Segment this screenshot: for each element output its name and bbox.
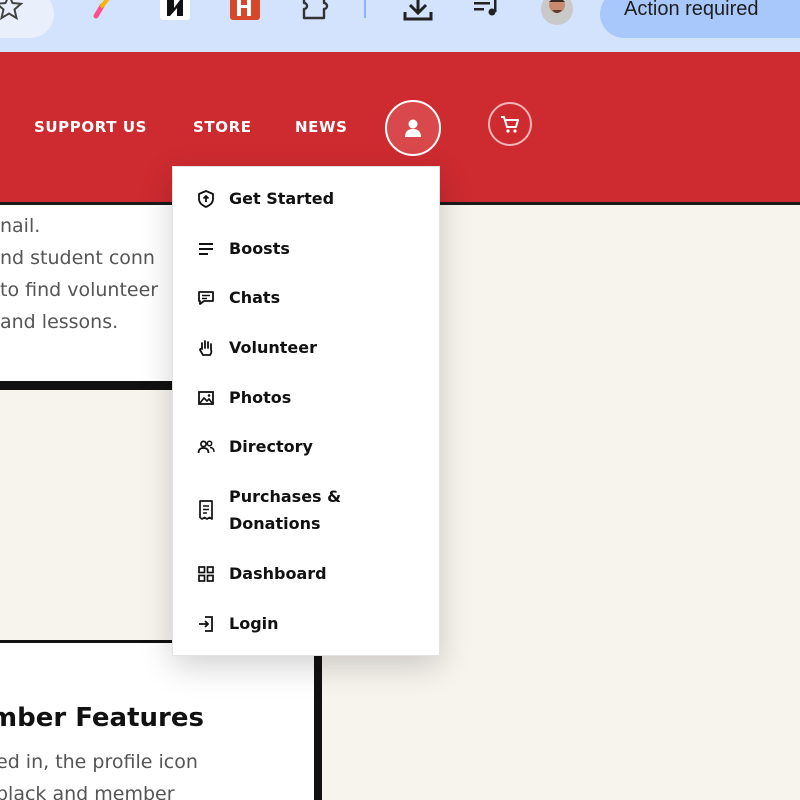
nav-store[interactable]: STORE	[193, 118, 252, 136]
star-icon[interactable]	[0, 0, 24, 22]
puzzle-icon[interactable]	[298, 0, 332, 22]
menu-item-boosts[interactable]: Boosts	[173, 235, 441, 262]
intro-line: and lessons.	[0, 311, 119, 333]
menu-item-label: Photos	[229, 388, 292, 407]
menu-item-purchases-donations[interactable]: Purchases & Donations	[173, 483, 441, 537]
features-line: black and member	[0, 783, 175, 800]
menu-item-label: Directory	[229, 437, 313, 456]
menu-item-label: Boosts	[229, 239, 290, 258]
grid-icon	[195, 563, 217, 585]
download-icon[interactable]	[400, 0, 436, 24]
pen-icon[interactable]	[88, 0, 122, 20]
people-icon	[195, 436, 217, 458]
shield-arrow-icon	[195, 188, 217, 210]
menu-item-label: Dashboard	[229, 564, 327, 583]
toolbar-separator	[364, 0, 366, 18]
browser-toolbar: Action required	[0, 0, 800, 52]
profile-button[interactable]	[385, 100, 441, 156]
profile-icon	[405, 119, 421, 137]
member-features-card: mber Features ed in, the profile icon bl…	[0, 643, 314, 800]
intro-line: nail.	[0, 215, 41, 237]
menu-item-label: Donations	[229, 514, 321, 533]
nav-support-us[interactable]: SUPPORT US	[34, 118, 147, 136]
menu-item-label: Purchases &	[229, 487, 342, 506]
menu-item-chats[interactable]: Chats	[173, 284, 441, 311]
menu-item-directory[interactable]: Directory	[173, 433, 441, 460]
card-divider	[314, 655, 322, 800]
action-required-button[interactable]: Action required	[600, 0, 800, 38]
menu-item-photos[interactable]: Photos	[173, 384, 441, 411]
extension-icon[interactable]	[158, 0, 192, 22]
features-line: ed in, the profile icon	[0, 751, 198, 773]
cart-icon	[501, 116, 519, 133]
menu-item-label: Chats	[229, 288, 281, 307]
login-icon	[195, 613, 217, 635]
menu-item-login[interactable]: Login	[173, 610, 441, 637]
menu-item-dashboard[interactable]: Dashboard	[173, 560, 441, 587]
profile-dropdown-menu: Get Started Boosts Chats Volunteer Photo…	[172, 166, 440, 656]
menu-item-label: Get Started	[229, 189, 335, 208]
intro-line: nd student conn	[0, 247, 155, 269]
lines-icon	[195, 238, 217, 260]
image-icon	[195, 387, 217, 409]
features-title: mber Features	[0, 703, 204, 733]
nav-news[interactable]: NEWS	[295, 118, 348, 136]
menu-item-volunteer[interactable]: Volunteer	[173, 334, 441, 361]
chat-icon	[195, 287, 217, 309]
intro-card: nail. nd student conn to find volunteer …	[0, 205, 178, 385]
menu-item-label: Login	[229, 614, 279, 633]
menu-item-get-started[interactable]: Get Started	[173, 185, 441, 212]
receipt-icon	[195, 499, 217, 521]
intro-line: to find volunteer	[0, 279, 159, 301]
extension-icon[interactable]	[228, 0, 262, 22]
hand-icon	[195, 337, 217, 359]
empty-card	[0, 390, 178, 640]
profile-avatar[interactable]	[540, 0, 574, 26]
media-queue-icon[interactable]	[470, 0, 504, 20]
card-divider	[0, 381, 178, 390]
cart-button[interactable]	[488, 102, 532, 146]
menu-item-label: Volunteer	[229, 338, 318, 357]
